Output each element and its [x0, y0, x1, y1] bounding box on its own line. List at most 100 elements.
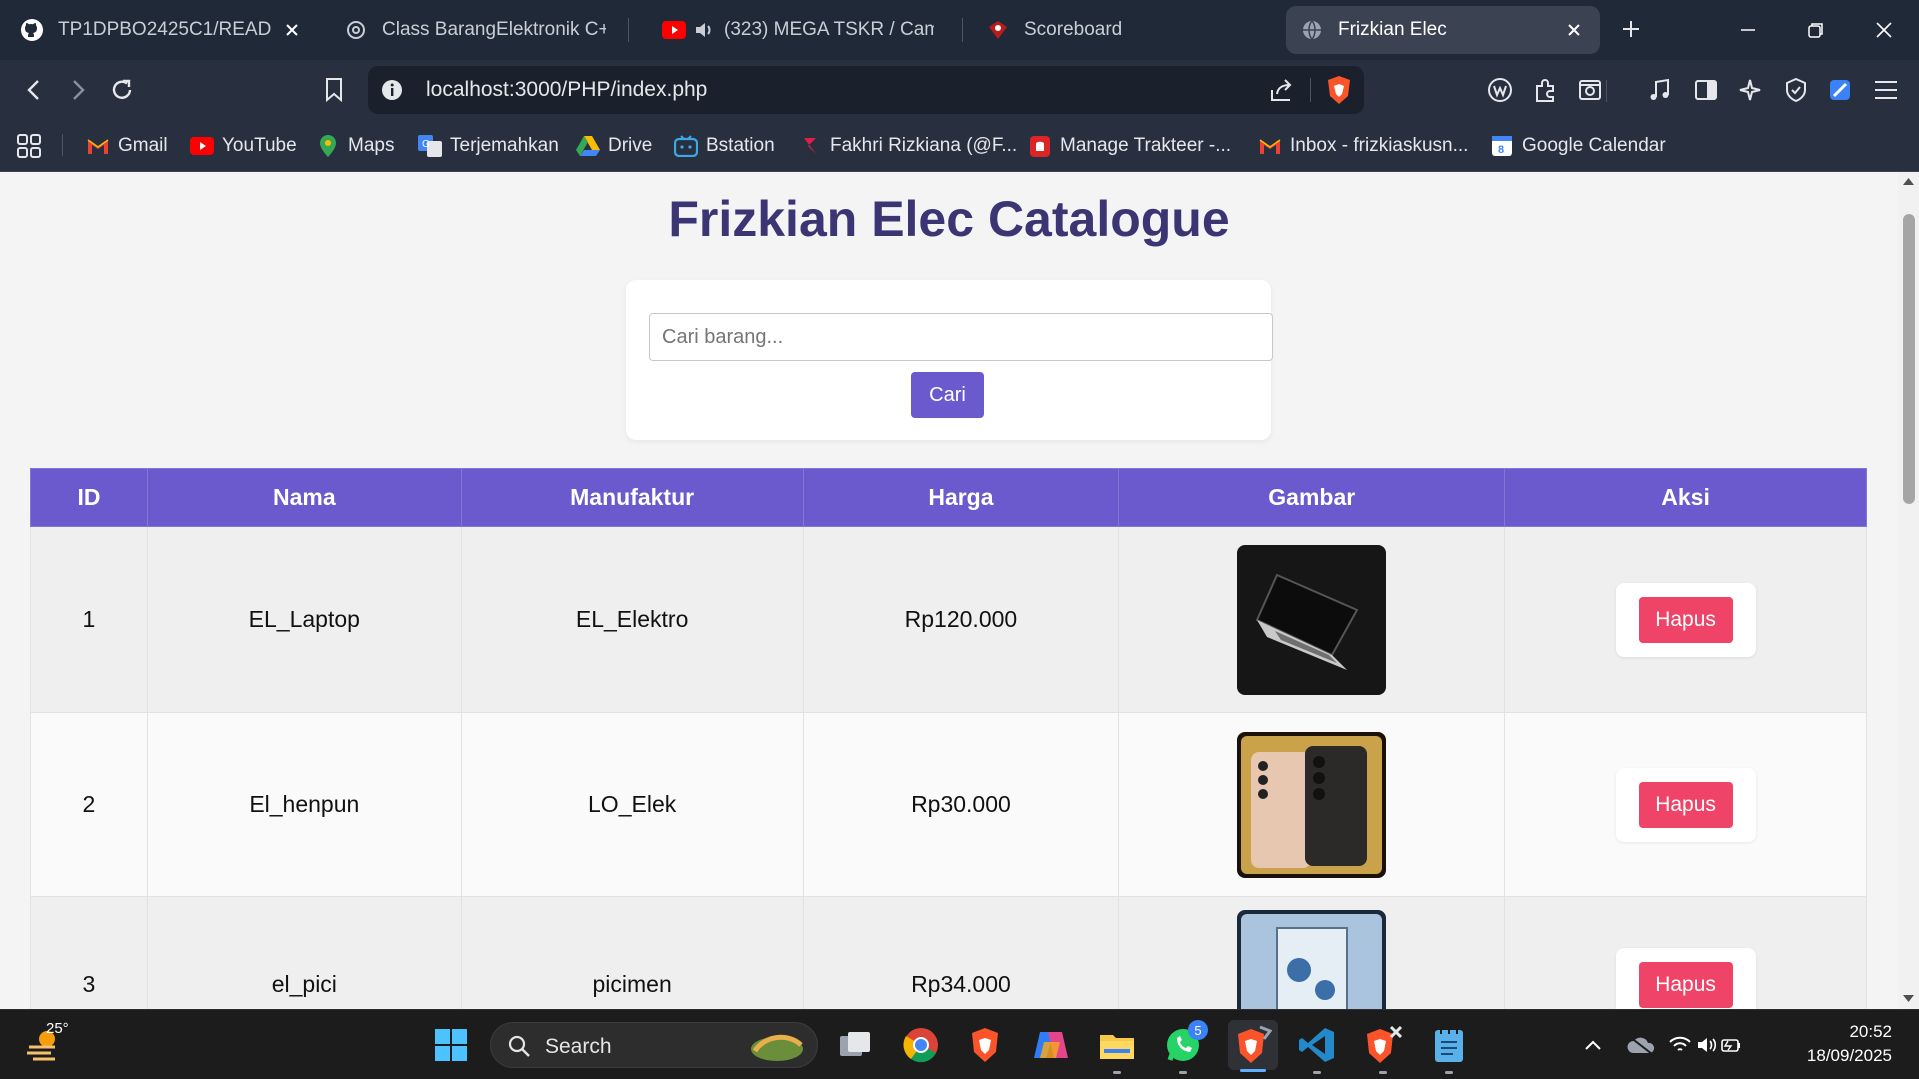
brave-taskbar-icon[interactable] [964, 1024, 1006, 1066]
bookmark-terjemahkan[interactable]: G Terjemahkan [418, 132, 559, 160]
tab-title: (323) MEGA TSKR / Camellia [724, 19, 934, 40]
copilot-icon[interactable] [1030, 1024, 1072, 1066]
brave-nightly-icon[interactable] [1228, 1020, 1278, 1072]
leo-ai-icon[interactable] [1732, 72, 1768, 108]
reader-mode-icon[interactable] [1572, 72, 1608, 108]
page-title: Frizkian Elec Catalogue [668, 191, 1230, 247]
url-text[interactable]: localhost:3000/PHP/index.php [426, 78, 707, 102]
vpn-icon[interactable] [1778, 72, 1814, 108]
taskbar-search[interactable]: Search [490, 1022, 818, 1068]
bookmark-fakhri[interactable]: Fakhri Rizkiana (@F... [798, 132, 1017, 160]
file-explorer-icon[interactable] [1096, 1024, 1138, 1074]
delete-button[interactable]: Hapus [1638, 781, 1733, 828]
cell-gambar [1118, 896, 1506, 1009]
minimize-button[interactable] [1730, 12, 1766, 48]
restore-button[interactable] [1798, 12, 1834, 48]
extension-colorful-icon[interactable] [1822, 72, 1858, 108]
search-button[interactable]: Cari [911, 372, 984, 418]
svg-text:8: 8 [1498, 144, 1504, 156]
close-window-button[interactable] [1866, 12, 1902, 48]
cell-id: 1 [30, 526, 148, 713]
bookmark-inbox[interactable]: Inbox - frizkiaskusn... [1258, 132, 1468, 160]
chatgpt-icon [344, 18, 368, 42]
close-tab-icon[interactable] [1562, 18, 1586, 42]
pc-photo [1237, 909, 1387, 1009]
tab-youtube-music[interactable]: (323) MEGA TSKR / Camellia [648, 6, 948, 54]
bookmark-google-calendar[interactable]: 8 Google Calendar [1490, 132, 1666, 160]
column-header-manufaktur: Manufaktur [460, 468, 804, 527]
media-icon[interactable] [1642, 72, 1678, 108]
apps-grid-icon[interactable] [16, 132, 42, 160]
wallet-icon[interactable] [1482, 72, 1518, 108]
bookmark-youtube[interactable]: YouTube [190, 132, 297, 160]
menu-icon[interactable] [1868, 72, 1904, 108]
github-icon [20, 18, 44, 42]
cell-manufaktur: EL_Elektro [460, 526, 804, 713]
share-icon[interactable] [1268, 76, 1296, 104]
clock-date[interactable]: 18/09/2025 [1780, 1046, 1892, 1066]
task-view-icon[interactable] [834, 1024, 876, 1066]
vertical-scrollbar[interactable] [1898, 172, 1919, 1009]
tab-github-readme[interactable]: TP1DPBO2425C1/README.md [6, 6, 318, 54]
chrome-icon[interactable] [900, 1024, 942, 1066]
search-input[interactable] [649, 313, 1273, 361]
clock-time[interactable]: 20:52 [1822, 1022, 1892, 1042]
delete-button[interactable]: Hapus [1638, 596, 1733, 643]
reload-button[interactable] [104, 72, 140, 108]
table-header-row: ID Nama Manufaktur Harga Gambar Aksi [30, 468, 1867, 527]
search-label: Search [545, 1035, 612, 1058]
tab-frizkian-elec[interactable]: Frizkian Elec [1286, 6, 1600, 54]
bookmark-page-icon[interactable] [316, 72, 352, 108]
delete-button[interactable]: Hapus [1638, 961, 1733, 1008]
speaker-icon[interactable] [692, 18, 716, 42]
onedrive-icon[interactable] [1620, 1024, 1662, 1066]
search-icon [508, 1035, 530, 1057]
notification-badge: 5 [1188, 1020, 1208, 1040]
tab-divider [628, 18, 629, 42]
cell-nama: El_henpun [146, 712, 462, 897]
sidebar-icon[interactable] [1688, 72, 1724, 108]
address-bar[interactable]: localhost:3000/PHP/index.php [368, 66, 1364, 114]
bookmark-label: Bstation [706, 135, 775, 156]
vscode-icon[interactable] [1296, 1024, 1338, 1074]
bookmark-gmail[interactable]: Gmail [86, 132, 168, 160]
network-volume-battery[interactable] [1668, 1024, 1742, 1066]
new-tab-button[interactable] [1616, 14, 1646, 44]
whatsapp-icon[interactable]: 5 [1162, 1020, 1208, 1074]
start-button[interactable] [430, 1024, 472, 1066]
extensions-icon[interactable] [1528, 72, 1564, 108]
cell-harga: Rp34.000 [802, 896, 1120, 1009]
notepad-icon[interactable] [1428, 1024, 1470, 1074]
tab-chatgpt[interactable]: Class BarangElektronik C++ [330, 6, 620, 54]
forward-button[interactable] [60, 72, 96, 108]
cell-aksi: Hapus [1504, 712, 1867, 897]
trakteer-icon [1028, 134, 1052, 158]
gmail-icon [86, 134, 110, 158]
brave-shields-icon[interactable] [1324, 74, 1354, 106]
bookmark-label: Inbox - frizkiaskusn... [1290, 135, 1469, 156]
bookmark-label: Drive [608, 135, 653, 156]
active-indicator [1240, 1069, 1266, 1072]
scroll-up-icon [1903, 178, 1914, 185]
chevron-up-icon[interactable] [1572, 1024, 1614, 1066]
scrollbar-thumb[interactable] [1903, 214, 1915, 504]
maps-icon [316, 134, 340, 158]
tab-title: TP1DPBO2425C1/README.md [58, 19, 272, 40]
weather-temperature: 25° [46, 1020, 69, 1037]
cell-manufaktur: LO_Elek [460, 712, 804, 897]
close-tab-icon[interactable] [280, 18, 304, 42]
bookmark-drive[interactable]: Drive [576, 132, 652, 160]
delete-form: Hapus [1615, 767, 1756, 842]
laptop-photo [1237, 544, 1387, 695]
brave-beta-icon[interactable] [1362, 1024, 1404, 1074]
cell-nama: el_pici [146, 896, 462, 1009]
back-button[interactable] [16, 72, 52, 108]
bookmark-bstation[interactable]: Bstation [674, 132, 775, 160]
tab-scoreboard[interactable]: Scoreboard [972, 6, 1272, 54]
site-info-icon[interactable] [380, 78, 404, 102]
bookmark-label: Gmail [118, 135, 168, 156]
tab-title: Class BarangElektronik C++ [382, 19, 606, 40]
cell-aksi: Hapus [1504, 896, 1867, 1009]
bookmark-maps[interactable]: Maps [316, 132, 394, 160]
bookmark-trakteer[interactable]: Manage Trakteer -... [1028, 132, 1231, 160]
